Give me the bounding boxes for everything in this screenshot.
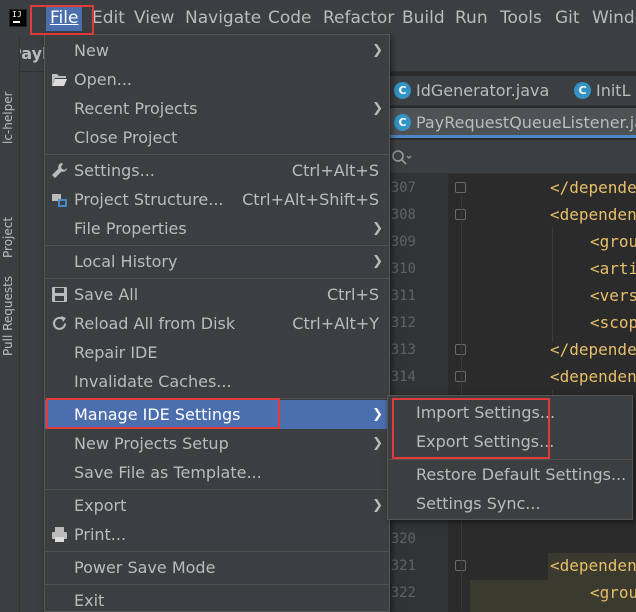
menu-item-save-file-as-template[interactable]: Save File as Template... bbox=[45, 458, 389, 487]
menu-item-import-settings[interactable]: Import Settings... bbox=[388, 398, 632, 427]
code-line: <dependen bbox=[550, 556, 636, 575]
code-line: <vers bbox=[590, 286, 636, 305]
reload-icon bbox=[53, 316, 66, 330]
tab-label: IdGenerator.java bbox=[416, 81, 550, 100]
chevron-right-icon: ❯ bbox=[372, 498, 383, 513]
chevron-right-icon: ❯ bbox=[372, 407, 383, 422]
menu-separator bbox=[45, 398, 389, 399]
wrench-icon bbox=[52, 163, 67, 178]
menu-run[interactable]: Run bbox=[455, 5, 488, 31]
menu-item-exit[interactable]: Exit bbox=[45, 586, 389, 612]
line-number: 310 bbox=[390, 261, 416, 277]
line-number: 321 bbox=[390, 558, 416, 574]
menu-item-export-settings[interactable]: Export Settings... bbox=[388, 427, 632, 456]
code-line: <scop bbox=[590, 313, 636, 332]
menu-code[interactable]: Code bbox=[268, 5, 312, 31]
menu-item-settings[interactable]: Settings... Ctrl+Alt+S bbox=[45, 156, 389, 185]
menu-item-manage-ide-settings[interactable]: Manage IDE Settings ❯ bbox=[45, 400, 389, 429]
menu-item-save-all[interactable]: Save All Ctrl+S bbox=[45, 280, 389, 309]
line-number: 307 bbox=[390, 180, 416, 196]
folder-open-icon bbox=[52, 74, 67, 86]
menu-file[interactable]: File bbox=[46, 5, 83, 31]
tab-payrequestqueuelistener[interactable]: C PayRequestQueueListener.jav bbox=[390, 108, 636, 138]
menu-item-restore-default-settings[interactable]: Restore Default Settings... bbox=[388, 460, 632, 489]
side-tab-project[interactable]: Project bbox=[1, 217, 15, 258]
search-icon[interactable] bbox=[390, 148, 412, 166]
menu-edit[interactable]: Edit bbox=[92, 5, 125, 31]
menu-separator bbox=[45, 278, 389, 279]
chevron-right-icon: ❯ bbox=[372, 254, 383, 269]
tab-label: InitL bbox=[596, 81, 631, 100]
menu-item-open[interactable]: Open... bbox=[45, 65, 389, 94]
chevron-right-icon: ❯ bbox=[372, 43, 383, 58]
menu-navigate[interactable]: Navigate bbox=[185, 5, 261, 31]
tab-label: PayRequestQueueListener.jav bbox=[416, 113, 636, 132]
line-number: 311 bbox=[390, 288, 416, 304]
chevron-right-icon: ❯ bbox=[372, 101, 383, 116]
indent-guide bbox=[552, 228, 553, 342]
menu-separator bbox=[45, 584, 389, 585]
chevron-right-icon: ❯ bbox=[372, 436, 383, 451]
code-line: <arti bbox=[590, 259, 636, 278]
line-number: 309 bbox=[390, 234, 416, 250]
class-icon: C bbox=[394, 114, 411, 131]
line-number: 312 bbox=[390, 315, 416, 331]
manage-ide-settings-submenu: Import Settings... Export Settings... Re… bbox=[387, 395, 633, 520]
save-icon bbox=[52, 287, 67, 302]
menu-item-invalidate-caches[interactable]: Invalidate Caches... bbox=[45, 367, 389, 396]
code-line: <grou bbox=[590, 583, 636, 602]
code-line: </depende bbox=[550, 178, 636, 197]
side-tab-lc-helper[interactable]: lc-helper bbox=[1, 91, 15, 144]
line-number: 320 bbox=[390, 531, 416, 547]
menu-item-settings-sync[interactable]: Settings Sync... bbox=[388, 489, 632, 518]
line-number: 313 bbox=[390, 342, 416, 358]
menu-separator bbox=[45, 551, 389, 552]
line-number: 314 bbox=[390, 369, 416, 385]
code-line: </depende bbox=[550, 340, 636, 359]
menu-item-recent-projects[interactable]: Recent Projects ❯ bbox=[45, 94, 389, 123]
class-icon: C bbox=[574, 82, 591, 99]
editor-tabs: C IdGenerator.java C InitL bbox=[388, 76, 636, 106]
side-tab-pull-requests[interactable]: Pull Requests bbox=[1, 276, 15, 356]
code-line: <grou bbox=[590, 232, 636, 251]
menu-separator bbox=[45, 489, 389, 490]
tab-idgenerator[interactable]: C IdGenerator.java bbox=[390, 76, 549, 106]
printer-icon bbox=[52, 527, 67, 542]
file-menu-popup: New ❯ Open... Recent Projects ❯ Close Pr… bbox=[44, 34, 390, 612]
menu-item-power-save-mode[interactable]: Power Save Mode bbox=[45, 553, 389, 582]
menu-git[interactable]: Git bbox=[555, 5, 580, 31]
code-line: <dependen bbox=[550, 367, 636, 386]
menu-item-local-history[interactable]: Local History ❯ bbox=[45, 247, 389, 276]
fold-marker-icon[interactable] bbox=[455, 182, 466, 193]
menu-separator bbox=[45, 245, 389, 246]
menu-build[interactable]: Build bbox=[402, 5, 445, 31]
menu-refactor[interactable]: Refactor bbox=[323, 5, 394, 31]
editor-tabs-row2: C PayRequestQueueListener.jav bbox=[388, 108, 636, 138]
chevron-right-icon: ❯ bbox=[372, 221, 383, 236]
class-icon: C bbox=[394, 82, 411, 99]
line-number: 308 bbox=[390, 207, 416, 223]
tab-initl[interactable]: C InitL bbox=[570, 76, 631, 106]
menu-bar: IJ File Edit View Navigate Code Refactor… bbox=[0, 0, 636, 36]
project-structure-icon bbox=[52, 194, 67, 207]
menu-item-new-projects-setup[interactable]: New Projects Setup ❯ bbox=[45, 429, 389, 458]
menu-item-project-structure[interactable]: Project Structure... Ctrl+Alt+Shift+S bbox=[45, 185, 389, 214]
menu-tools[interactable]: Tools bbox=[500, 5, 542, 31]
menu-item-print[interactable]: Print... bbox=[45, 520, 389, 549]
intellij-logo-icon: IJ bbox=[7, 7, 31, 31]
menu-window[interactable]: Windo bbox=[592, 5, 636, 31]
menu-item-new[interactable]: New ❯ bbox=[45, 36, 389, 65]
menu-item-export[interactable]: Export ❯ bbox=[45, 491, 389, 520]
menu-item-file-properties[interactable]: File Properties ❯ bbox=[45, 214, 389, 243]
menu-item-reload-all[interactable]: Reload All from Disk Ctrl+Alt+Y bbox=[45, 309, 389, 338]
line-number: 322 bbox=[390, 585, 416, 601]
code-line: <dependen bbox=[550, 205, 636, 224]
left-tool-strip: lc-helper Project Pull Requests bbox=[0, 36, 20, 612]
menu-separator bbox=[45, 154, 389, 155]
menu-view[interactable]: View bbox=[134, 5, 174, 31]
menu-item-close-project[interactable]: Close Project bbox=[45, 123, 389, 152]
editor-search-bar[interactable] bbox=[388, 140, 636, 174]
menu-item-repair-ide[interactable]: Repair IDE bbox=[45, 338, 389, 367]
